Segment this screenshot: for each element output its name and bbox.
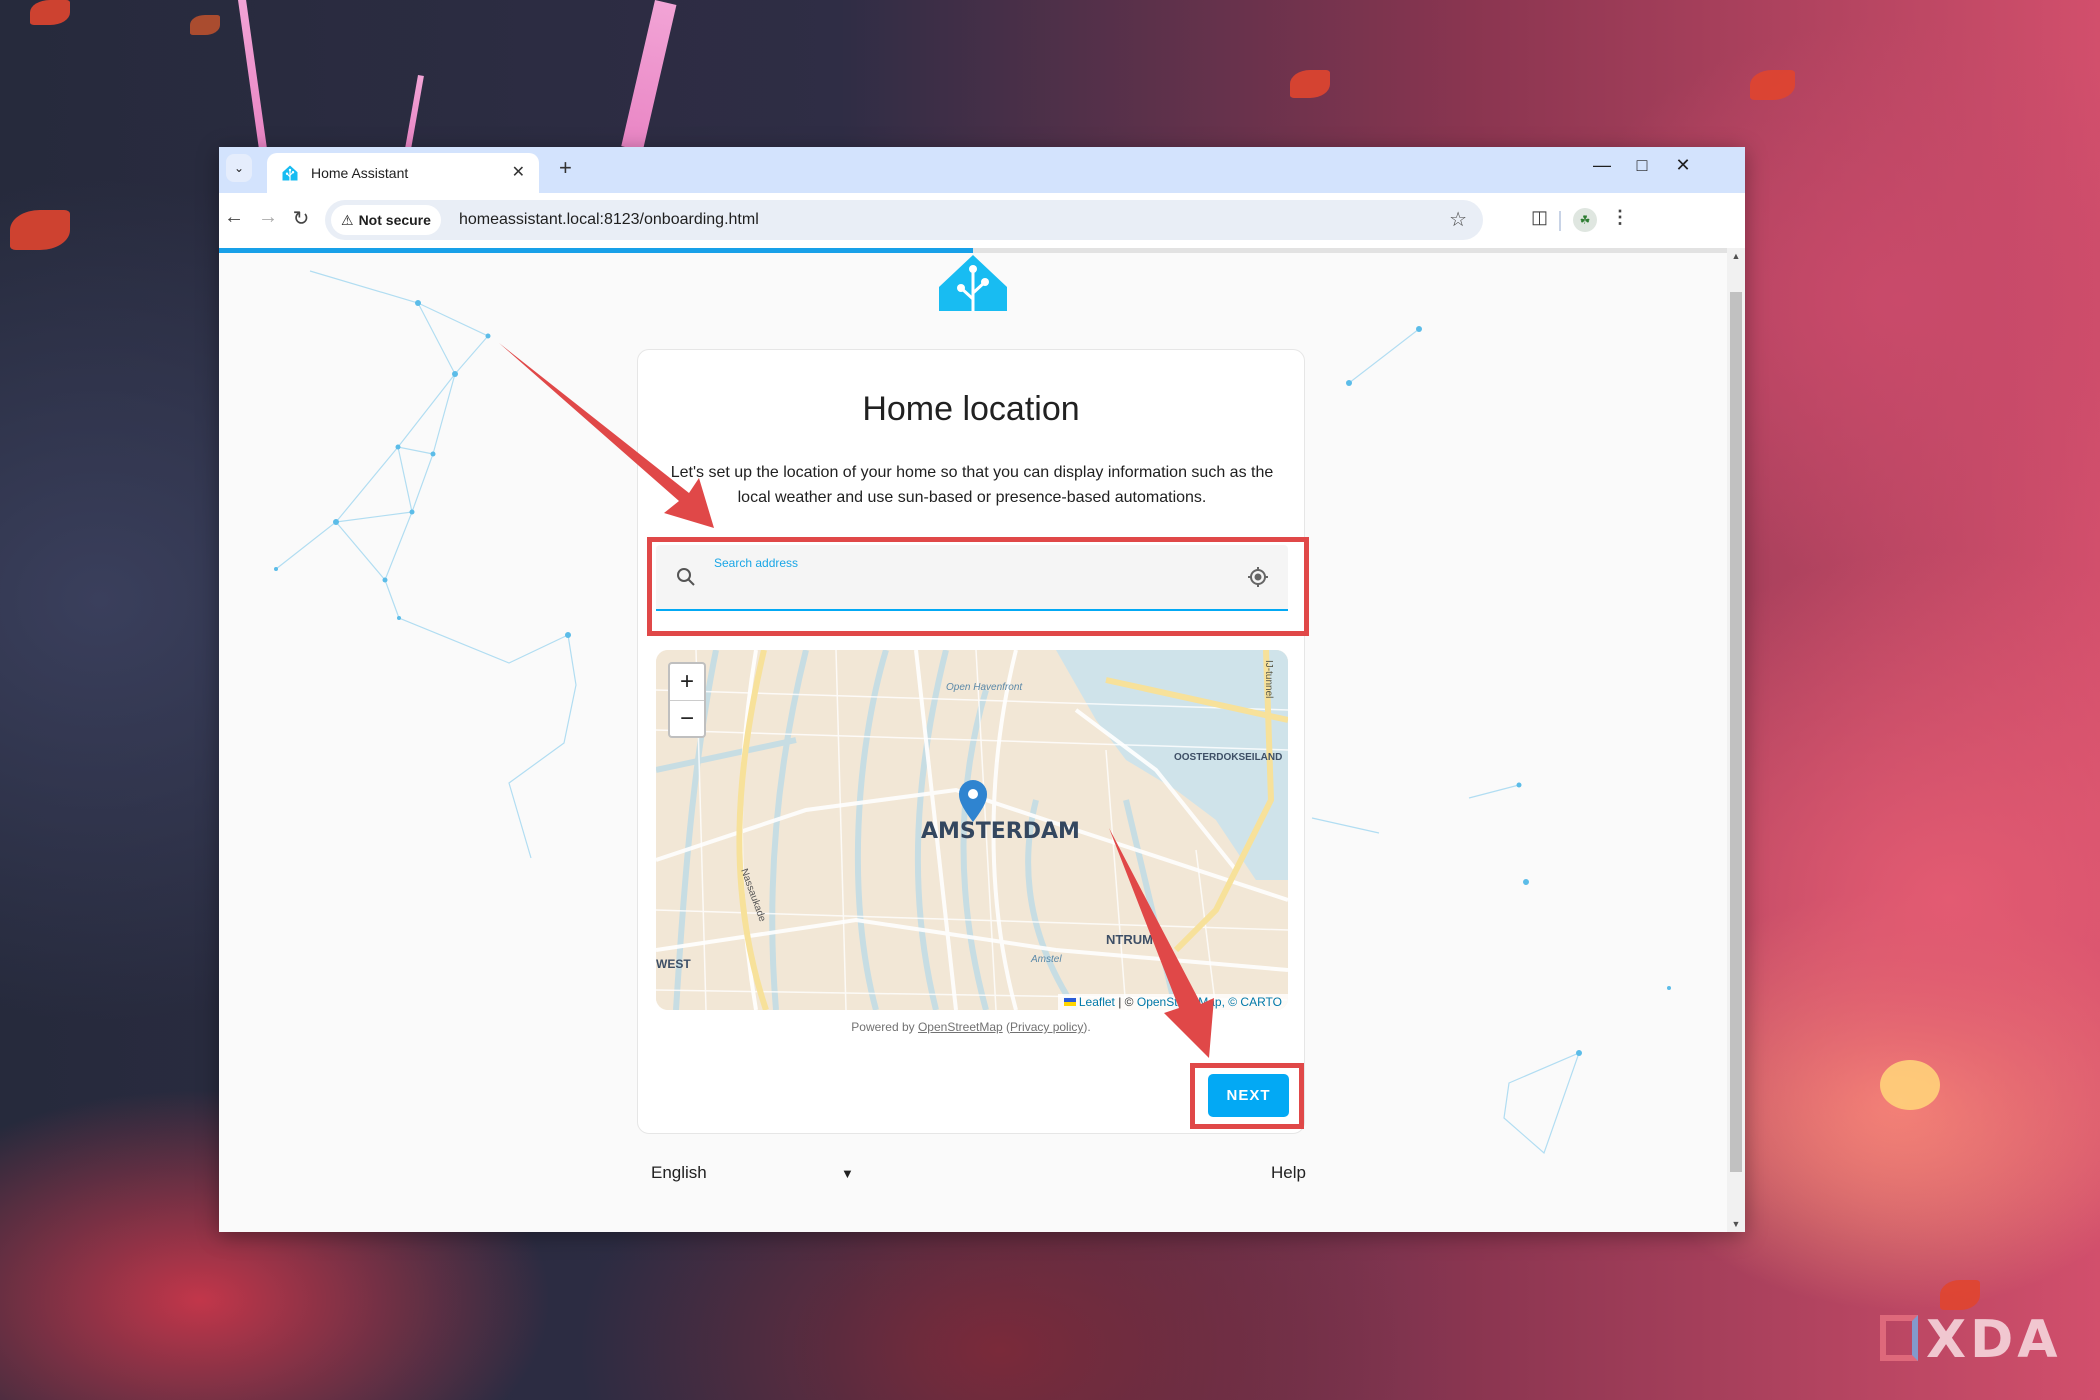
page-scrollbar[interactable]: ▲ ▼ xyxy=(1727,248,1745,1232)
wallpaper-streak xyxy=(404,75,424,150)
map-label: WEST xyxy=(656,957,691,971)
map-zoom-control: + − xyxy=(668,662,706,738)
privacy-policy-link[interactable]: Privacy policy xyxy=(1010,1020,1083,1034)
powered-by-text: Powered by OpenStreetMap (Privacy policy… xyxy=(638,1020,1304,1034)
nav-back-icon[interactable]: ← xyxy=(220,206,248,229)
attribution-separator: | © xyxy=(1114,995,1137,1009)
tab-title: Home Assistant xyxy=(311,165,409,181)
map-label: IJ-tunnel xyxy=(1263,660,1274,698)
powered-close: ). xyxy=(1083,1020,1091,1034)
close-tab-icon[interactable]: ✕ xyxy=(512,162,525,182)
security-label: Not secure xyxy=(358,212,431,228)
xda-logo-icon xyxy=(1880,1315,1918,1361)
map-label: Amstel xyxy=(1030,954,1062,965)
wallpaper-leaf xyxy=(1290,70,1330,98)
help-link[interactable]: Help xyxy=(1271,1163,1306,1183)
wallpaper-leaf xyxy=(10,210,70,250)
scroll-down-icon[interactable]: ▼ xyxy=(1727,1219,1745,1229)
scroll-up-icon[interactable]: ▲ xyxy=(1727,251,1745,261)
map-zoom-out-button[interactable]: − xyxy=(670,701,704,737)
wallpaper-leaf xyxy=(190,15,220,35)
url-text[interactable]: homeassistant.local:8123/onboarding.html xyxy=(459,211,759,229)
onboarding-card: Home location Let's set up the location … xyxy=(637,349,1305,1134)
map-tiles: Open Havenfront OOSTERDOKSEILAND IJ-tunn… xyxy=(656,650,1288,1010)
wallpaper-leaf xyxy=(1880,1060,1940,1110)
wallpaper-leaf xyxy=(30,0,70,25)
address-bar[interactable]: ⚠ Not secure homeassistant.local:8123/on… xyxy=(325,200,1483,240)
tab-home-assistant[interactable]: Home Assistant ✕ xyxy=(267,153,539,193)
scrollbar-thumb[interactable] xyxy=(1730,292,1742,1172)
annotation-highlight-next xyxy=(1190,1063,1304,1129)
openstreetmap-link[interactable]: OpenStreetMap xyxy=(918,1020,1003,1034)
map-label: OOSTERDOKSEILAND xyxy=(1174,752,1282,763)
xda-text: XDA xyxy=(1926,1310,2062,1370)
browser-toolbar: ← → ↻ ⚠ Not secure homeassistant.local:8… xyxy=(219,193,1745,248)
security-chip[interactable]: ⚠ Not secure xyxy=(331,205,441,235)
location-map[interactable]: Open Havenfront OOSTERDOKSEILAND IJ-tunn… xyxy=(656,650,1288,1010)
chevron-down-icon: ⌄ xyxy=(233,161,245,175)
tab-search-button[interactable]: ⌄ xyxy=(226,154,252,182)
map-label: Open Havenfront xyxy=(946,682,1023,693)
page-title: Home location xyxy=(862,390,1080,428)
profile-avatar[interactable]: ☘ xyxy=(1573,208,1597,232)
language-select[interactable]: English xyxy=(651,1163,707,1183)
reload-icon[interactable]: ↻ xyxy=(287,206,315,231)
new-tab-button[interactable]: + xyxy=(559,155,572,181)
map-attribution: Leaflet | © OpenStreetMap, © CARTO xyxy=(1057,994,1288,1010)
powered-paren: ( xyxy=(1002,1020,1011,1034)
home-assistant-logo xyxy=(939,255,1007,311)
ukraine-flag-icon xyxy=(1063,998,1076,1006)
close-window-icon[interactable]: ✕ xyxy=(1668,155,1698,176)
map-city-label: AMSTERDAM xyxy=(921,819,1080,844)
page-viewport: Home location Let's set up the location … xyxy=(219,253,1727,1232)
extensions-puzzle-icon[interactable]: ◫ xyxy=(1531,207,1548,228)
xda-watermark: XDA xyxy=(1880,1310,2062,1370)
toolbar-divider xyxy=(1559,211,1561,231)
minimize-icon[interactable]: — xyxy=(1587,155,1617,176)
home-assistant-favicon-icon xyxy=(282,165,298,181)
wallpaper-leaf xyxy=(1750,70,1795,100)
annotation-highlight-search xyxy=(647,537,1309,636)
leaflet-link[interactable]: Leaflet xyxy=(1079,995,1115,1009)
map-zoom-in-button[interactable]: + xyxy=(670,664,704,701)
carto-attribution-link[interactable]: , © CARTO xyxy=(1222,995,1282,1009)
powered-by-prefix: Powered by xyxy=(851,1020,918,1034)
wallpaper-leaf xyxy=(1940,1280,1980,1310)
more-menu-icon[interactable]: ⋮ xyxy=(1611,207,1629,228)
tab-strip: ⌄ Home Assistant ✕ + — □ ✕ xyxy=(219,147,1745,193)
maximize-icon[interactable]: □ xyxy=(1627,155,1657,176)
browser-window: ⌄ Home Assistant ✕ + — □ ✕ ← → ↻ ⚠ Not s… xyxy=(219,147,1745,1232)
map-label: NTRUM xyxy=(1106,932,1153,947)
page-description: Let's set up the location of your home s… xyxy=(670,464,1274,506)
wallpaper-streak xyxy=(621,0,677,152)
wallpaper-streak xyxy=(238,0,267,149)
forward-arrow-icon[interactable]: → xyxy=(254,206,282,229)
dropdown-arrow-icon[interactable]: ▼ xyxy=(841,1166,854,1181)
warning-triangle-icon: ⚠ xyxy=(341,211,354,228)
osm-attribution-link[interactable]: OpenStreetMap xyxy=(1137,995,1222,1009)
bookmark-star-icon[interactable]: ☆ xyxy=(1449,207,1467,232)
